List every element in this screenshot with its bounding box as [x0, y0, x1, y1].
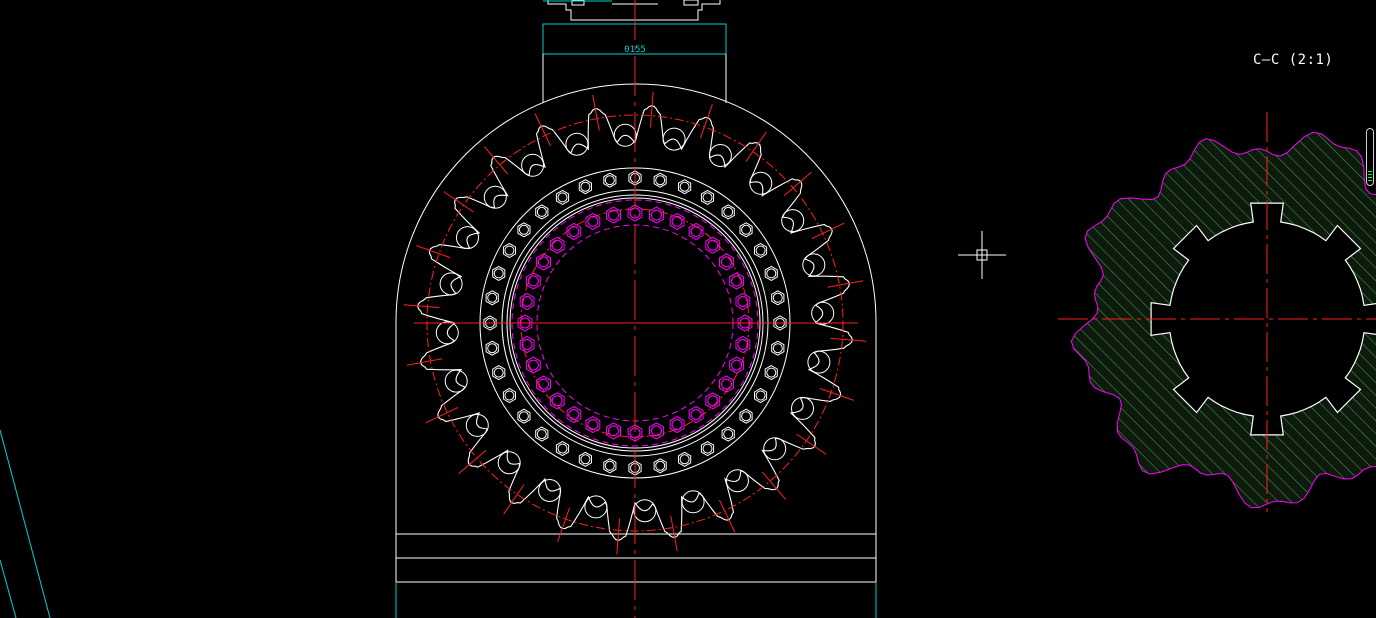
inner-bolt-hole	[608, 425, 619, 437]
bolt-hole	[493, 268, 504, 279]
bolt-hole	[518, 224, 529, 235]
base-cyan-edges	[395, 582, 877, 618]
bolt-hole	[504, 390, 515, 401]
tooth-centerline	[443, 191, 474, 213]
section-cc-label: C—C (2:1)	[1253, 52, 1334, 68]
scrollbar-grip	[1368, 171, 1372, 183]
bolt-hole	[679, 181, 690, 192]
bolt-hole	[766, 367, 777, 378]
bolt-hole	[723, 206, 734, 217]
bolt-hole	[679, 454, 690, 465]
tooth-centerline	[503, 484, 525, 515]
inner-bolt-hole	[737, 339, 749, 350]
bolt-hole	[557, 192, 568, 203]
bolt-hole	[723, 429, 734, 440]
tooth-centerline	[458, 449, 487, 475]
tooth-centerline	[827, 280, 864, 288]
inner-bolt-hole	[671, 215, 683, 227]
inner-bolt-hole	[568, 409, 580, 420]
tooth-centerline	[406, 358, 443, 366]
bolt-hole	[772, 343, 783, 354]
bolt-hole	[536, 429, 547, 440]
bolt-hole	[702, 192, 713, 203]
inner-bolt-hole	[551, 395, 563, 407]
cad-drawing-canvas[interactable]: 0155	[0, 0, 1376, 618]
inner-bolt-hole	[731, 275, 743, 287]
inner-bolt-hole	[587, 419, 599, 431]
bolt-hole	[487, 292, 498, 303]
tooth-centerline	[811, 222, 845, 240]
inner-bolt-hole	[521, 296, 533, 307]
scrollbar-handle[interactable]	[1366, 128, 1374, 186]
inner-bolt-hole	[721, 256, 732, 268]
bolt-hole	[580, 454, 591, 465]
inner-bolt-hole	[731, 359, 743, 371]
inner-bolt-hole	[551, 239, 563, 251]
inner-bolt-hole	[651, 425, 662, 437]
crosshair-icon	[958, 231, 1006, 279]
bolt-hole	[755, 245, 766, 256]
bolt-hole	[755, 390, 766, 401]
left-construction-lines	[0, 429, 51, 618]
tooth-centerline	[830, 337, 867, 342]
tooth-centerline	[425, 406, 459, 424]
bolt-hole	[741, 411, 752, 422]
inner-bolt-hole	[671, 419, 683, 431]
tooth-centerline	[745, 131, 767, 162]
bolt-hole	[493, 367, 504, 378]
bolt-hole	[504, 245, 515, 256]
bolt-hole	[580, 181, 591, 192]
bolt-hole	[702, 443, 713, 454]
top-fitting	[547, 0, 721, 21]
inner-bolt-hole	[587, 215, 599, 227]
inner-bolt-hole	[651, 209, 662, 221]
bolt-hole	[604, 460, 615, 471]
inner-bolt-hole	[608, 209, 619, 221]
inner-bolt-hole	[527, 275, 539, 287]
tooth-centerline	[761, 471, 787, 500]
bolt-hole	[487, 343, 498, 354]
inner-bolt-hole	[527, 359, 539, 371]
inner-bolt-hole	[521, 339, 533, 350]
inner-bolt-hole	[538, 378, 549, 390]
bolt-hole	[557, 443, 568, 454]
tooth-centerline	[534, 113, 552, 147]
tooth-centerline	[796, 433, 827, 455]
bolt-hole	[518, 411, 529, 422]
tooth-centerline	[718, 499, 736, 533]
tooth-centerline	[783, 171, 812, 197]
bolt-hole	[655, 460, 666, 471]
tooth-centerline	[403, 304, 440, 309]
inner-bolt-hole	[737, 296, 749, 307]
tooth-centerline	[649, 91, 654, 128]
tooth-centerline	[616, 518, 621, 555]
inner-bolt-hole	[721, 378, 732, 390]
bolt-hole	[741, 224, 752, 235]
tooth-centerline	[670, 515, 678, 552]
bolt-hole	[772, 292, 783, 303]
tooth-centerline	[483, 146, 509, 175]
inner-bolt-hole	[690, 409, 702, 420]
inner-bolt-hole	[690, 226, 702, 237]
bolt-hole	[655, 175, 666, 186]
inner-bolt-hole	[538, 256, 549, 268]
bolt-hole	[766, 268, 777, 279]
inner-bolt-hole	[707, 239, 719, 251]
inner-bolt-hole	[707, 395, 719, 407]
bolt-hole	[536, 206, 547, 217]
inner-bolt-hole	[568, 226, 580, 237]
tooth-centerline	[592, 94, 600, 131]
bolt-hole	[604, 175, 615, 186]
